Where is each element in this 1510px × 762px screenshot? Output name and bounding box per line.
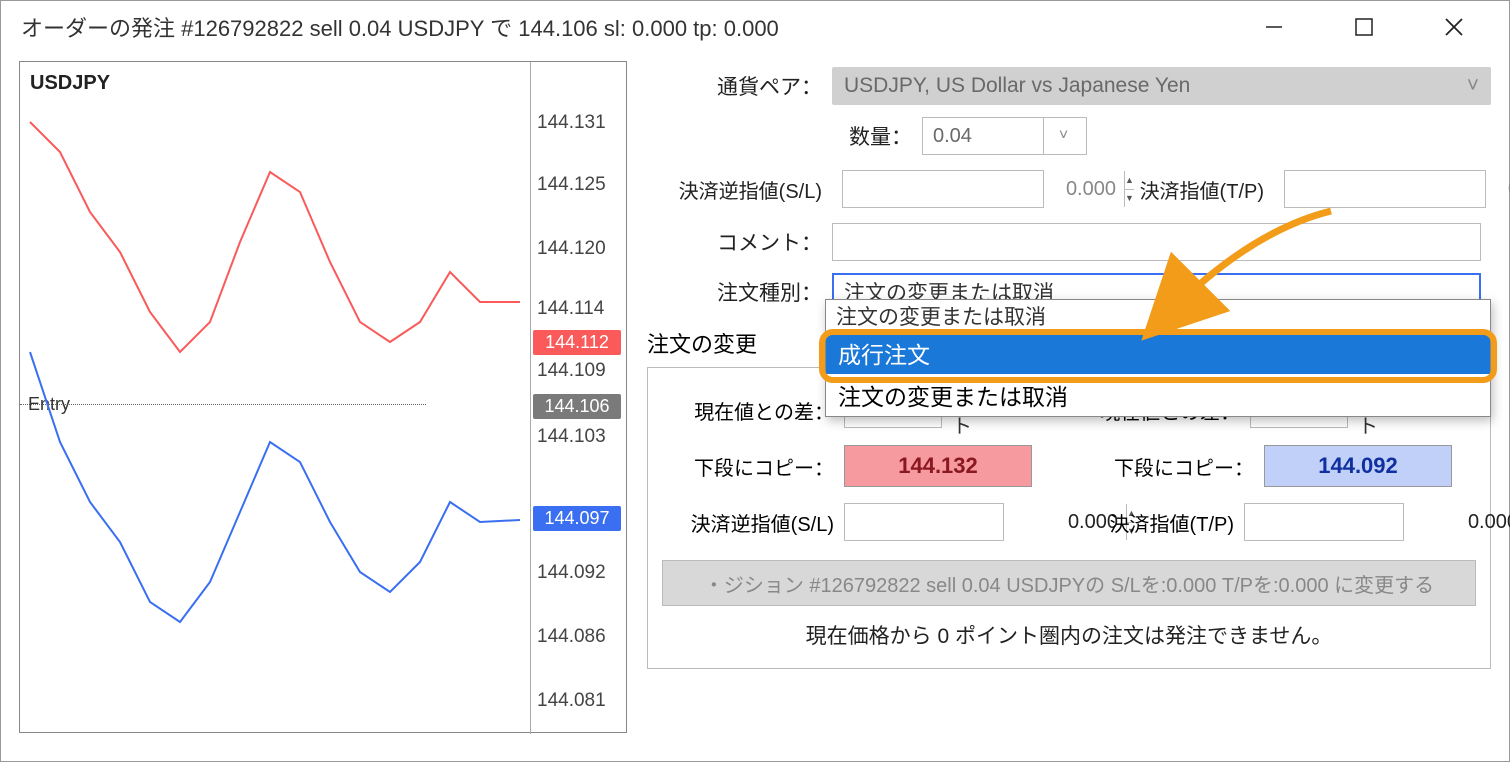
sl-field[interactable] <box>843 178 1124 201</box>
chart-ask-tag: 144.112 <box>533 330 621 355</box>
ordertype-dropdown-popup: 注文の変更または取消 成行注文 注文の変更または取消 <box>825 299 1491 417</box>
window-controls <box>1229 1 1499 53</box>
chevron-down-icon: ˅ <box>1467 74 1479 98</box>
chart-tick: 144.120 <box>537 238 606 260</box>
copy-tp-value: 144.092 <box>1318 453 1398 479</box>
chart-tick: 144.114 <box>537 298 604 320</box>
modify-submit-label: ・ジション #126792822 sell 0.04 USDJPYの S/Lを:… <box>704 569 1434 598</box>
chart-tick: 144.103 <box>537 426 606 448</box>
chart-tick: 144.109 <box>537 360 606 382</box>
symbol-select-value: USDJPY, US Dollar vs Japanese Yen <box>844 74 1190 98</box>
maximize-icon <box>1355 18 1373 36</box>
copy-sl-value: 144.132 <box>898 453 978 479</box>
chart-tick: 144.125 <box>537 174 606 196</box>
chart-tick: 144.092 <box>537 562 606 584</box>
dropdown-option-label: 成行注文 <box>838 336 930 370</box>
mod-tp-input[interactable]: ▲▼ <box>1244 503 1404 541</box>
minimize-icon <box>1264 17 1284 37</box>
maximize-button[interactable] <box>1319 1 1409 53</box>
copy-sl-button[interactable]: 144.132 <box>844 445 1032 487</box>
copy-right-label: 下段にコピー： <box>1082 452 1254 481</box>
mod-sl-label: 決済逆指値(S/L) <box>662 508 834 537</box>
ordertype-label: 注文種別： <box>647 277 822 307</box>
mod-tp-field[interactable] <box>1245 511 1510 534</box>
minimize-button[interactable] <box>1229 1 1319 53</box>
tp-label: 決済指値(T/P) <box>1124 175 1264 204</box>
volume-label: 数量： <box>647 121 912 151</box>
close-icon <box>1444 17 1464 37</box>
comment-input[interactable] <box>832 223 1481 261</box>
mod-tp-label: 決済指値(T/P) <box>1074 508 1234 537</box>
symbol-label: 通貨ペア： <box>647 71 822 101</box>
copy-tp-button[interactable]: 144.092 <box>1264 445 1452 487</box>
chart-tick: 144.086 <box>537 626 606 648</box>
sl-label: 決済逆指値(S/L) <box>647 175 822 204</box>
comment-label: コメント： <box>647 227 822 257</box>
bid-line <box>30 352 520 622</box>
titlebar: オーダーの発注 #126792822 sell 0.04 USDJPY で 14… <box>1 1 1509 53</box>
tp-input[interactable]: ▲▼ <box>1284 170 1486 208</box>
chart-tick: 144.131 <box>537 112 606 134</box>
order-window: オーダーの発注 #126792822 sell 0.04 USDJPY で 14… <box>0 0 1510 762</box>
tp-field[interactable] <box>1285 178 1510 201</box>
dropdown-option-market[interactable]: 成行注文 <box>826 332 1490 374</box>
ask-line <box>30 122 520 352</box>
sl-input[interactable]: ▲▼ <box>842 170 1044 208</box>
chart-entry-tag: 144.106 <box>533 394 621 419</box>
price-chart: USDJPY Entry 144.131 144.125 144.120 144… <box>19 61 627 733</box>
volume-field[interactable] <box>923 125 1043 148</box>
chart-lines-svg <box>20 62 526 734</box>
symbol-select[interactable]: USDJPY, US Dollar vs Japanese Yen ˅ <box>832 67 1491 105</box>
copy-left-label: 下段にコピー： <box>662 452 834 481</box>
dropdown-option-label: 注文の変更または取消 <box>838 378 1068 412</box>
chart-plot-area: USDJPY Entry <box>20 62 526 734</box>
volume-dropdown-icon[interactable]: ˅ <box>1043 118 1083 154</box>
chart-bid-tag: 144.097 <box>533 506 621 531</box>
volume-input[interactable]: ˅ <box>922 117 1087 155</box>
modify-submit-button[interactable]: ・ジション #126792822 sell 0.04 USDJPYの S/Lを:… <box>662 560 1476 606</box>
close-button[interactable] <box>1409 1 1499 53</box>
mod-sl-input[interactable]: ▲▼ <box>844 503 1004 541</box>
dropdown-option-modify[interactable]: 注文の変更または取消 <box>826 374 1490 416</box>
warning-text: 現在価格から 0 ポイント圏内の注文は発注できません。 <box>662 620 1476 650</box>
dropdown-header: 注文の変更または取消 <box>826 300 1490 332</box>
chart-tick: 144.081 <box>537 690 606 712</box>
window-title: オーダーの発注 #126792822 sell 0.04 USDJPY で 14… <box>21 11 1229 43</box>
chart-y-axis: 144.131 144.125 144.120 144.114 144.112 … <box>530 62 626 734</box>
diff-left-label: 現在値との差： <box>662 396 834 425</box>
